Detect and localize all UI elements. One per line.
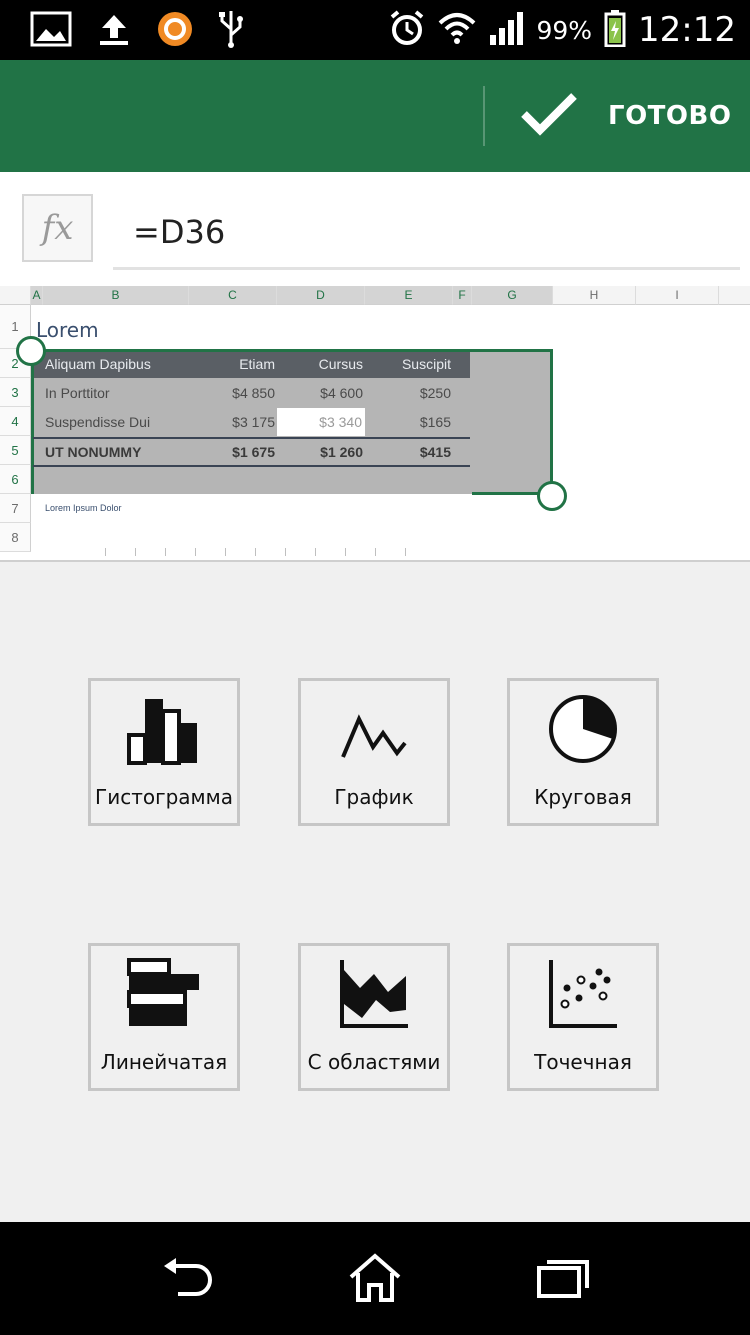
navigation-bar xyxy=(0,1222,750,1335)
spreadsheet-grid[interactable]: A B C D E F G H I 1 2 3 4 5 6 7 8 Lorem … xyxy=(0,286,750,562)
battery-percent: 99% xyxy=(536,15,593,45)
column-header-h[interactable]: H xyxy=(553,286,636,305)
area-chart-icon xyxy=(301,946,447,1036)
header-cell-b[interactable]: Aliquam Dapibus xyxy=(45,350,151,378)
chart-type-label: Линейчатая xyxy=(100,1050,228,1074)
recents-icon xyxy=(535,1256,591,1305)
cell-d5[interactable]: $1 260 xyxy=(277,439,363,465)
column-header-g[interactable]: G xyxy=(472,286,553,305)
chart-type-bar-button[interactable]: Линейчатая xyxy=(88,943,240,1091)
home-button[interactable] xyxy=(345,1250,405,1310)
sheet-title[interactable]: Lorem xyxy=(36,316,99,344)
chart-type-scatter-button[interactable]: Точечная xyxy=(507,943,659,1091)
chart-type-label: График xyxy=(334,785,414,809)
selection-handle-bottom-right[interactable] xyxy=(537,481,567,511)
signal-icon xyxy=(488,11,524,50)
formula-bar: fx =D36 xyxy=(0,172,750,286)
action-bar: ГОТОВО xyxy=(0,60,750,172)
column-header-j[interactable] xyxy=(719,286,750,305)
ruler-tick xyxy=(225,548,226,556)
cell-c4[interactable]: $3 175 xyxy=(189,408,275,436)
recents-button[interactable] xyxy=(533,1250,593,1310)
avast-icon xyxy=(156,10,194,53)
home-icon xyxy=(347,1252,403,1308)
column-header-d[interactable]: D xyxy=(277,286,365,305)
column-header-a[interactable]: A xyxy=(31,286,43,305)
action-bar-divider xyxy=(483,86,485,146)
ruler-tick xyxy=(285,548,286,556)
column-header-b[interactable]: B xyxy=(43,286,189,305)
cell-b7-note[interactable]: Lorem Ipsum Dolor xyxy=(45,499,122,517)
battery-charging-icon xyxy=(604,9,626,52)
selection-handle-top-left[interactable] xyxy=(16,336,46,366)
ruler-tick xyxy=(165,548,166,556)
row-header-8[interactable]: 8 xyxy=(0,523,31,552)
image-icon xyxy=(30,11,72,52)
chart-type-line-button[interactable]: График xyxy=(298,678,450,826)
cell-e3[interactable]: $250 xyxy=(365,379,451,407)
back-icon xyxy=(160,1257,216,1303)
clock: 12:12 xyxy=(638,10,736,50)
cell-b4[interactable]: Suspendisse Dui xyxy=(45,408,150,436)
fx-button[interactable]: fx xyxy=(22,194,93,262)
usb-icon xyxy=(218,9,244,54)
line-chart-icon xyxy=(301,681,447,771)
back-button[interactable] xyxy=(158,1250,218,1310)
cell-c3[interactable]: $4 850 xyxy=(189,379,275,407)
chart-type-label: С областями xyxy=(307,1050,441,1074)
column-header-c[interactable]: C xyxy=(189,286,277,305)
cell-e4[interactable]: $165 xyxy=(365,408,451,436)
ruler-tick xyxy=(195,548,196,556)
done-label: ГОТОВО xyxy=(608,101,732,131)
ruler-tick xyxy=(105,548,106,556)
chart-type-label: Круговая xyxy=(534,785,632,809)
chart-type-label: Гистограмма xyxy=(95,785,233,809)
chart-type-pie-button[interactable]: Круговая xyxy=(507,678,659,826)
header-cell-c[interactable]: Etiam xyxy=(189,350,275,378)
ruler-tick xyxy=(255,548,256,556)
scatter-chart-icon xyxy=(510,946,656,1036)
header-cell-e[interactable]: Suscipit xyxy=(365,350,451,378)
column-header-i[interactable]: I xyxy=(636,286,719,305)
cell-e5[interactable]: $415 xyxy=(365,439,451,465)
ruler-tick xyxy=(135,548,136,556)
bar-chart-icon xyxy=(91,946,237,1036)
row-header-7[interactable]: 7 xyxy=(0,494,31,523)
row-header-6[interactable]: 6 xyxy=(0,465,31,494)
pie-chart-icon xyxy=(510,681,656,771)
ruler-tick xyxy=(375,548,376,556)
column-chart-icon xyxy=(91,681,237,771)
chart-type-area-button[interactable]: С областями xyxy=(298,943,450,1091)
active-cell-d4[interactable]: $3 340 xyxy=(277,408,365,436)
checkmark-icon xyxy=(520,90,578,143)
ruler-tick xyxy=(405,548,406,556)
done-button[interactable]: ГОТОВО xyxy=(520,80,750,152)
upload-icon xyxy=(96,11,132,52)
status-bar: 99% 12:12 xyxy=(0,0,750,60)
formula-input[interactable]: =D36 xyxy=(113,196,740,270)
chart-type-label: Точечная xyxy=(534,1050,632,1074)
wifi-icon xyxy=(438,11,476,50)
ruler-tick xyxy=(345,548,346,556)
cell-c5[interactable]: $1 675 xyxy=(189,439,275,465)
column-header-f[interactable]: F xyxy=(453,286,472,305)
row-header-5[interactable]: 5 xyxy=(0,436,31,465)
header-cell-d[interactable]: Cursus xyxy=(277,350,363,378)
formula-text: =D36 xyxy=(133,212,226,251)
cell-b3[interactable]: In Porttitor xyxy=(45,379,110,407)
total-bottom-border xyxy=(33,465,470,467)
chart-type-column-button[interactable]: Гистограмма xyxy=(88,678,240,826)
ruler-tick xyxy=(315,548,316,556)
cell-b5[interactable]: UT NONUMMY xyxy=(45,439,141,465)
corner-header[interactable] xyxy=(0,286,31,305)
row-header-4[interactable]: 4 xyxy=(0,407,31,436)
alarm-icon xyxy=(388,9,426,52)
column-header-e[interactable]: E xyxy=(365,286,453,305)
row-header-3[interactable]: 3 xyxy=(0,378,31,407)
cell-d3[interactable]: $4 600 xyxy=(277,379,363,407)
